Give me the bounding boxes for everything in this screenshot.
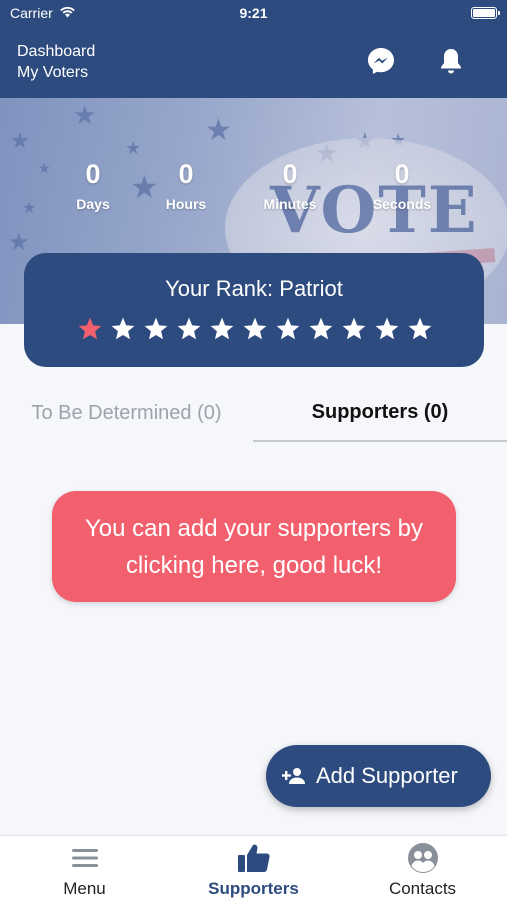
countdown-days-value: 0: [85, 159, 101, 189]
decorative-star-icon: ★: [205, 114, 232, 147]
decorative-star-icon: ★: [22, 200, 37, 217]
rank-star-empty-icon: [208, 315, 235, 342]
supporter-tabs: To Be Determined (0) Supporters (0): [0, 385, 507, 442]
nav-item-supporters[interactable]: Supporters: [169, 836, 338, 900]
add-supporter-button[interactable]: Add Supporter: [266, 745, 491, 807]
countdown-hours: 0 Hours: [151, 158, 221, 212]
contacts-icon: [407, 843, 439, 873]
decorative-star-icon: ★: [38, 160, 51, 176]
countdown-minutes-value: 0: [282, 159, 298, 189]
bottom-nav: Menu Supporters Contacts: [0, 835, 507, 900]
countdown-days-label: Days: [76, 196, 110, 212]
header-titles: Dashboard My Voters: [17, 41, 95, 83]
rank-star-empty-icon: [175, 315, 202, 342]
countdown-minutes-label: Minutes: [263, 196, 317, 212]
header-title: Dashboard: [17, 43, 96, 60]
rank-star-empty-icon: [373, 315, 400, 342]
countdown-hours-value: 0: [178, 159, 194, 189]
nav-item-menu[interactable]: Menu: [0, 836, 169, 900]
rank-stars: [76, 315, 433, 342]
status-bar: Carrier 9:21: [0, 0, 507, 27]
add-supporter-label: Add Supporter: [316, 763, 458, 788]
countdown-seconds-value: 0: [394, 159, 410, 189]
countdown-seconds-label: Seconds: [372, 196, 432, 212]
countdown-hours-label: Hours: [165, 196, 207, 212]
rank-star-empty-icon: [406, 315, 433, 342]
tab-to-be-determined[interactable]: To Be Determined (0): [0, 385, 253, 442]
messenger-icon[interactable]: [365, 45, 397, 77]
nav-item-contacts[interactable]: Contacts: [338, 836, 507, 900]
add-supporters-hint[interactable]: You can add your supporters by clicking …: [52, 491, 456, 602]
rank-star-filled-icon: [76, 315, 103, 342]
tab-supporters[interactable]: Supporters (0): [253, 385, 507, 442]
decorative-star-icon: ★: [10, 128, 30, 153]
rank-star-empty-icon: [307, 315, 334, 342]
thumbs-up-icon: [237, 843, 271, 873]
battery-icon: [471, 7, 500, 19]
header-subtitle: My Voters: [17, 64, 89, 81]
bell-icon[interactable]: [435, 45, 467, 77]
countdown-days: 0 Days: [63, 158, 123, 212]
decorative-star-icon: ★: [73, 100, 97, 130]
rank-card: Your Rank: Patriot: [24, 253, 484, 367]
rank-title: Your Rank: Patriot: [165, 276, 343, 301]
nav-label-supporters: Supporters: [208, 879, 299, 898]
rank-star-empty-icon: [142, 315, 169, 342]
app-header: Dashboard My Voters: [0, 27, 507, 98]
rank-star-empty-icon: [340, 315, 367, 342]
decorative-star-icon: ★: [125, 138, 142, 158]
status-time: 9:21: [239, 5, 268, 21]
countdown-minutes: 0 Minutes: [250, 158, 330, 212]
menu-icon: [71, 843, 99, 873]
add-person-icon: [282, 764, 306, 788]
nav-label-menu: Menu: [63, 879, 106, 898]
countdown-seconds: 0 Seconds: [362, 158, 442, 212]
rank-star-empty-icon: [109, 315, 136, 342]
rank-star-empty-icon: [274, 315, 301, 342]
decorative-star-icon: ★: [8, 229, 30, 256]
rank-star-empty-icon: [241, 315, 268, 342]
nav-label-contacts: Contacts: [388, 879, 457, 898]
